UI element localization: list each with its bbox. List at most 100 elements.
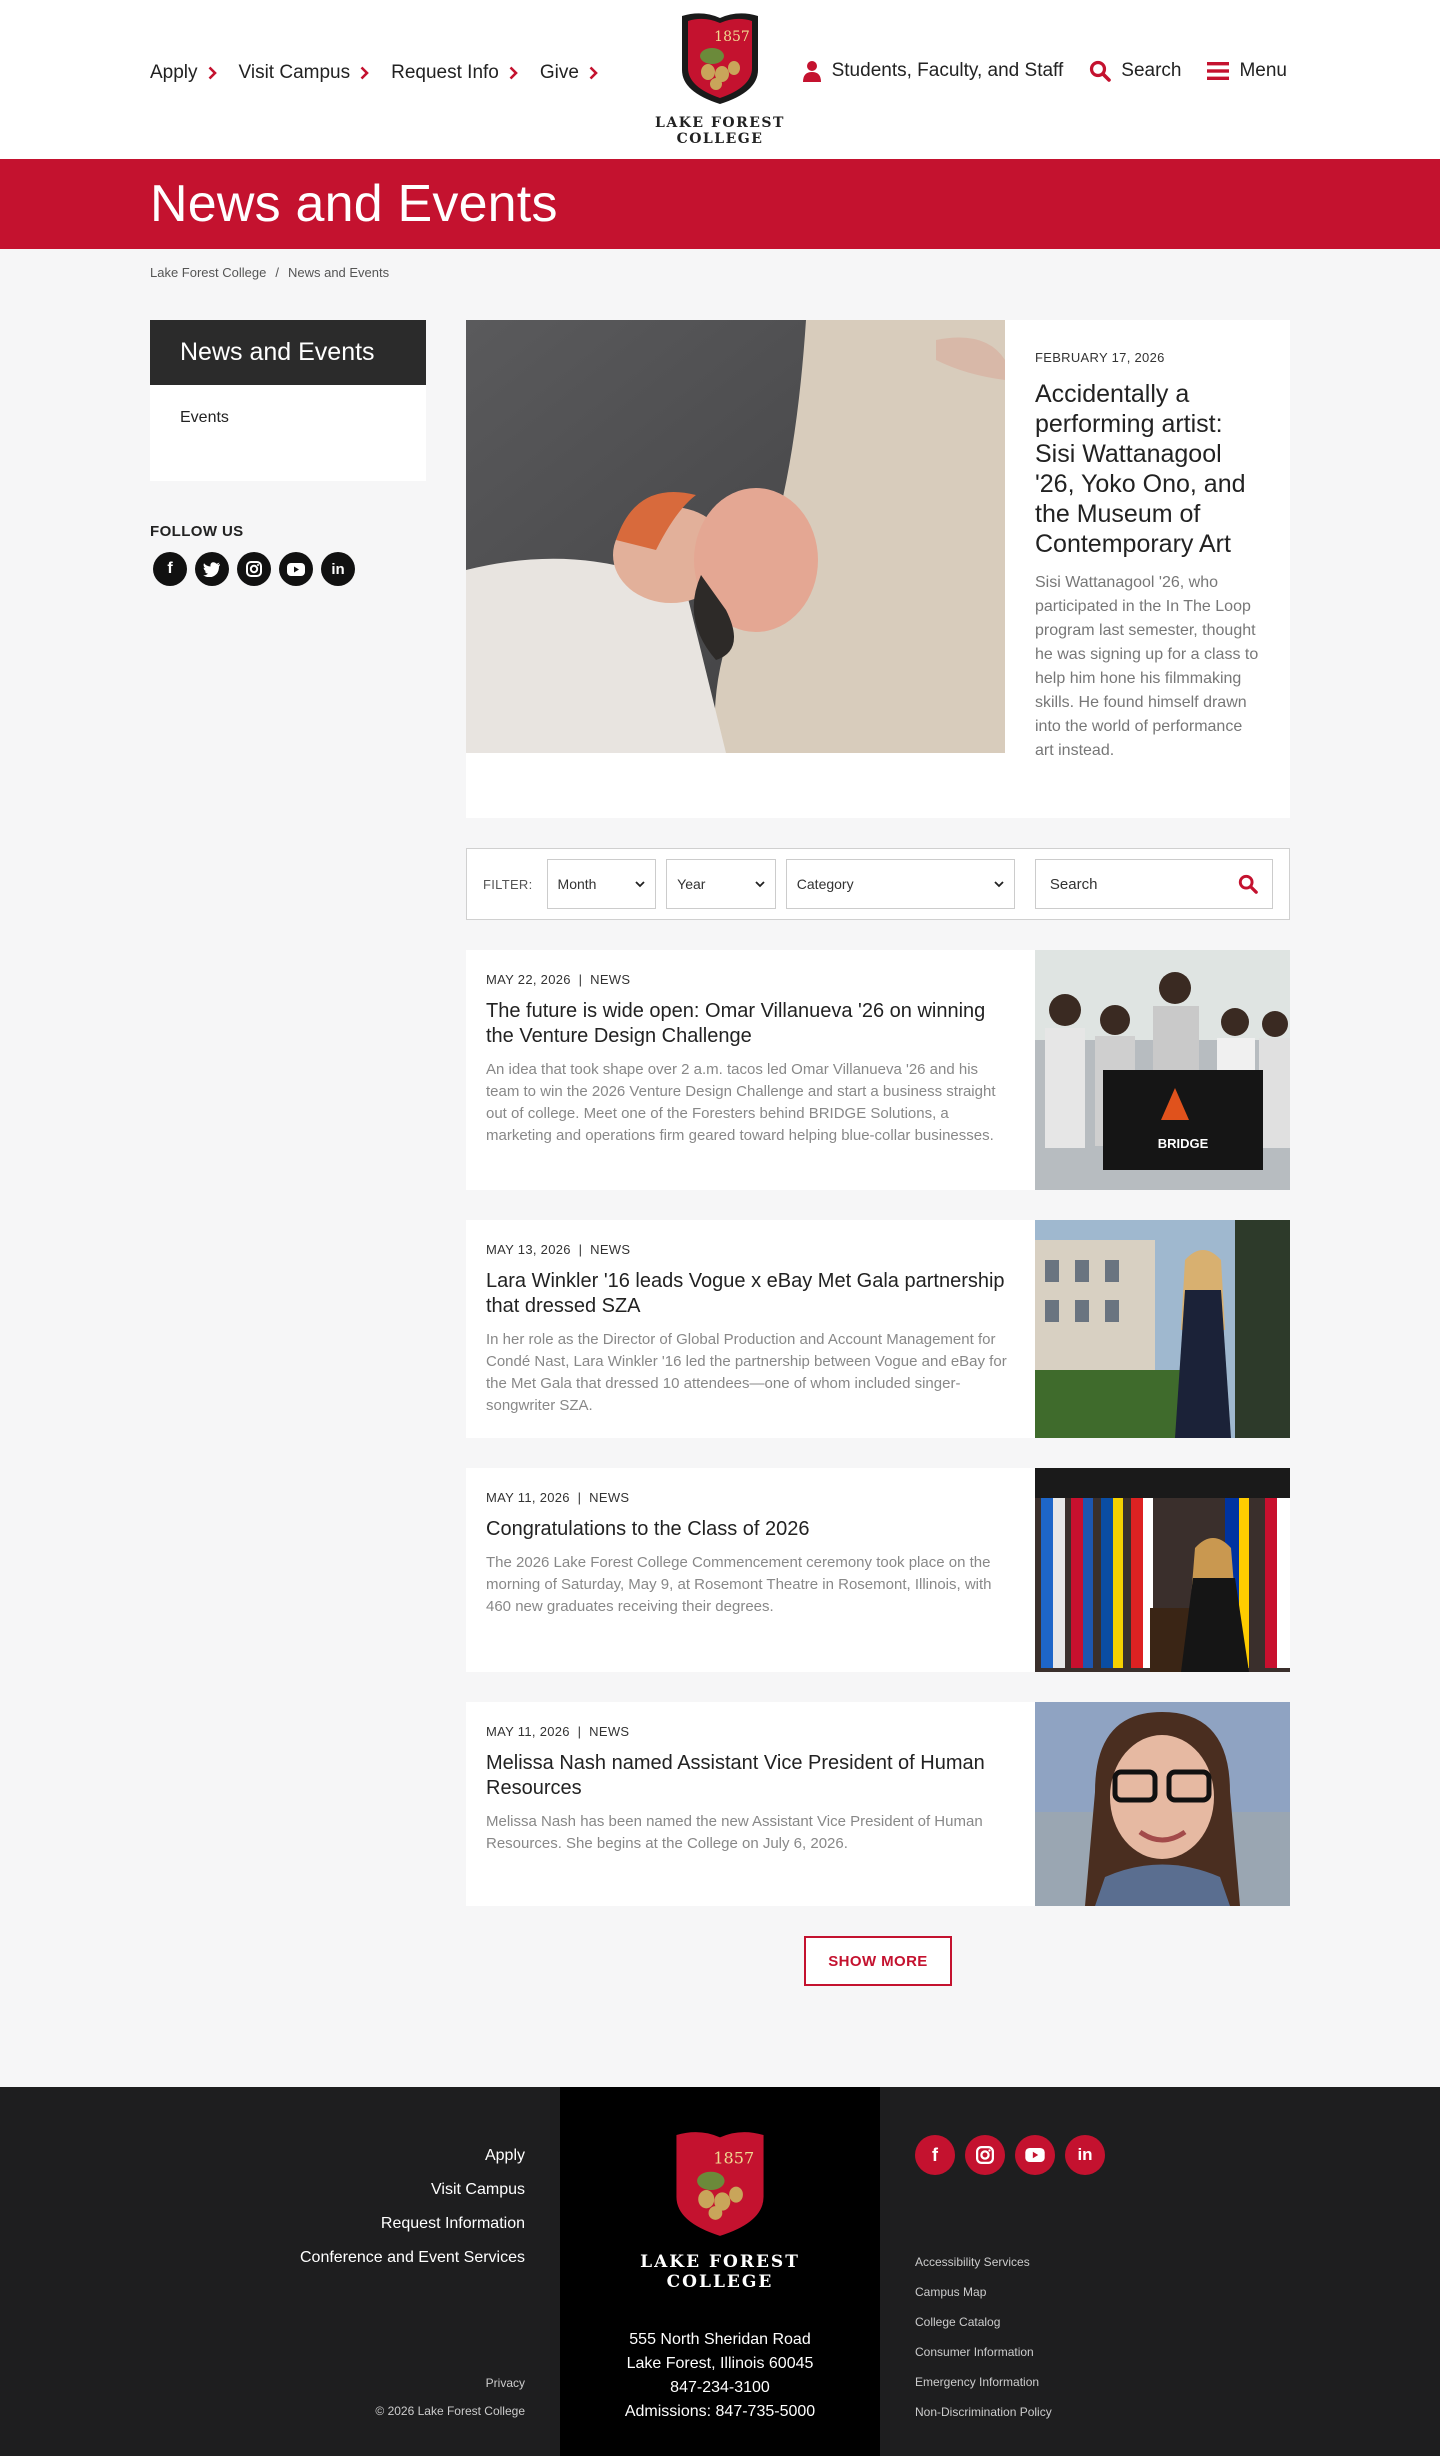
youtube-icon[interactable]: [279, 552, 313, 586]
article-text: MAY 11, 2026 | NEWS Melissa Nash named A…: [466, 1702, 1035, 1906]
footer-utility-links: Accessibility Services Campus Map Colleg…: [915, 2247, 1052, 2427]
college-logo[interactable]: 1857 LAKE FOREST COLLEGE: [655, 8, 785, 147]
article-card[interactable]: MAY 11, 2026 | NEWS Congratulations to t…: [466, 1468, 1290, 1672]
breadcrumb: Lake Forest College / News and Events: [150, 265, 1440, 280]
article-title[interactable]: Lara Winkler '16 leads Vogue x eBay Met …: [486, 1269, 1015, 1319]
article-category[interactable]: NEWS: [590, 972, 630, 987]
facebook-icon[interactable]: f: [915, 2135, 955, 2175]
linkedin-icon[interactable]: in: [321, 552, 355, 586]
chevron-down-icon: [635, 880, 645, 887]
nav-give[interactable]: Give: [540, 62, 598, 84]
article-meta: MAY 13, 2026 | NEWS: [486, 1242, 631, 1257]
twitter-icon[interactable]: [195, 552, 229, 586]
article-summary: Melissa Nash has been named the new Assi…: [486, 1813, 983, 1852]
article-date: MAY 11, 2026: [486, 1490, 570, 1505]
nav-visit-campus[interactable]: Visit Campus: [239, 62, 370, 84]
article-image[interactable]: [1035, 1220, 1290, 1438]
logo-year: 1857: [714, 29, 750, 45]
instagram-icon[interactable]: [237, 552, 271, 586]
article-summary: An idea that took shape over 2 a.m. taco…: [486, 1061, 996, 1144]
breadcrumb-current[interactable]: News and Events: [288, 265, 389, 280]
article-image[interactable]: BRIDGE: [1035, 950, 1290, 1190]
footer-link-college-catalog[interactable]: College Catalog: [915, 2307, 1052, 2337]
linkedin-icon[interactable]: in: [1065, 2135, 1105, 2175]
category-select[interactable]: Category: [785, 859, 1015, 909]
instagram-icon[interactable]: [965, 2135, 1005, 2175]
footer-phone[interactable]: 847-234-3100: [560, 2376, 880, 2400]
news-search-input[interactable]: Search: [1034, 859, 1273, 909]
article-card[interactable]: MAY 22, 2026 | NEWS The future is wide o…: [466, 950, 1290, 1190]
month-select[interactable]: Month: [546, 859, 657, 909]
footer-link-visit-campus[interactable]: Visit Campus: [300, 2173, 525, 2207]
article-card[interactable]: MAY 13, 2026 | NEWS Lara Winkler '16 lea…: [466, 1220, 1290, 1438]
footer-link-emergency-information[interactable]: Emergency Information: [915, 2367, 1052, 2397]
youtube-icon[interactable]: [1015, 2135, 1055, 2175]
article-title[interactable]: Congratulations to the Class of 2026: [486, 1517, 1015, 1542]
article-category[interactable]: NEWS: [590, 1242, 630, 1257]
footer-link-non-discrimination[interactable]: Non-Discrimination Policy: [915, 2397, 1052, 2427]
footer-shield-logo-icon[interactable]: 1857: [665, 2123, 775, 2241]
site-header: Apply Visit Campus Request Info Give 185…: [0, 0, 1440, 159]
article-image[interactable]: [1035, 1702, 1290, 1906]
footer-address-line-1: 555 North Sheridan Road: [629, 2331, 811, 2348]
nav-menu[interactable]: Menu: [1207, 60, 1287, 82]
nav-people-label: Students, Faculty, and Staff: [831, 60, 1064, 81]
shield-logo-icon: 1857: [682, 13, 758, 104]
show-more-button[interactable]: SHOW MORE: [804, 1936, 952, 1986]
site-footer: Apply Visit Campus Request Information C…: [0, 2087, 1440, 2456]
footer-copyright: © 2026 Lake Forest College: [375, 2404, 525, 2418]
featured-story[interactable]: FEBRUARY 17, 2026 Accidentally a perform…: [466, 320, 1290, 818]
nav-request-label: Request Info: [391, 62, 499, 83]
article-image[interactable]: [1035, 1468, 1290, 1672]
nav-request-info[interactable]: Request Info: [391, 62, 518, 84]
facebook-icon[interactable]: f: [153, 552, 187, 586]
year-select[interactable]: Year: [666, 859, 776, 909]
footer-center-block: 1857 LAKE FOREST COLLEGE 555 North Sheri…: [560, 2087, 880, 2456]
footer-link-accessibility[interactable]: Accessibility Services: [915, 2247, 1052, 2277]
nav-people[interactable]: Students, Faculty, and Staff: [802, 60, 1064, 82]
nav-search[interactable]: Search: [1089, 60, 1181, 82]
footer-link-consumer-information[interactable]: Consumer Information: [915, 2337, 1052, 2367]
sidebar-social-links: f in: [150, 552, 426, 586]
sidebar: News and Events Events FOLLOW US f in: [150, 320, 426, 586]
bridge-sign-text: BRIDGE: [1158, 1136, 1209, 1151]
sidebar-title[interactable]: News and Events: [150, 320, 426, 385]
footer-privacy-link[interactable]: Privacy: [375, 2369, 525, 2397]
breadcrumb-separator: /: [275, 265, 279, 280]
article-card[interactable]: MAY 11, 2026 | NEWS Melissa Nash named A…: [466, 1702, 1290, 1906]
article-category[interactable]: NEWS: [589, 1490, 629, 1505]
sidebar-item-events[interactable]: Events: [180, 409, 396, 427]
month-select-value: Month: [557, 876, 597, 892]
logo-line-2: COLLEGE: [676, 131, 764, 147]
footer-link-campus-map[interactable]: Campus Map: [915, 2277, 1052, 2307]
footer-wordmark: LAKE FOREST COLLEGE: [560, 2252, 880, 2292]
article-title[interactable]: Melissa Nash named Assistant Vice Presid…: [486, 1751, 1015, 1801]
featured-title[interactable]: Accidentally a performing artist: Sisi W…: [1035, 379, 1263, 559]
search-icon[interactable]: [1238, 874, 1258, 894]
chevron-right-icon: [509, 66, 518, 80]
footer-link-apply[interactable]: Apply: [300, 2139, 525, 2173]
footer-logo-line-1: LAKE FOREST: [640, 2252, 800, 2272]
footer-legal: Privacy © 2026 Lake Forest College: [375, 2369, 525, 2425]
featured-story-image[interactable]: [466, 320, 1005, 753]
page-title: News and Events: [150, 175, 558, 233]
chevron-right-icon: [589, 66, 598, 80]
logo-line-1: LAKE FOREST: [655, 115, 785, 131]
footer-admissions-phone[interactable]: Admissions: 847-735-5000: [560, 2400, 880, 2424]
breadcrumb-home[interactable]: Lake Forest College: [150, 265, 266, 280]
footer-address-line-2: Lake Forest, Illinois 60045: [626, 2355, 814, 2372]
search-icon: [1090, 60, 1112, 82]
article-meta: MAY 11, 2026 | NEWS: [486, 1490, 630, 1505]
footer-primary-links: Apply Visit Campus Request Information C…: [300, 2139, 525, 2275]
chevron-right-icon: [360, 66, 369, 80]
nav-apply[interactable]: Apply: [150, 62, 217, 84]
featured-summary: Sisi Wattanagool '26, who participated i…: [1035, 574, 1259, 759]
article-meta: MAY 11, 2026 | NEWS: [486, 1724, 630, 1739]
footer-link-request-information[interactable]: Request Information: [300, 2207, 525, 2241]
footer-link-conference-services[interactable]: Conference and Event Services: [300, 2241, 525, 2275]
main-content: FEBRUARY 17, 2026 Accidentally a perform…: [466, 320, 1290, 1986]
page-banner: News and Events: [0, 159, 1440, 249]
article-category[interactable]: NEWS: [589, 1724, 629, 1739]
article-title[interactable]: The future is wide open: Omar Villanueva…: [486, 999, 1015, 1049]
footer-logo-year: 1857: [713, 2149, 754, 2168]
